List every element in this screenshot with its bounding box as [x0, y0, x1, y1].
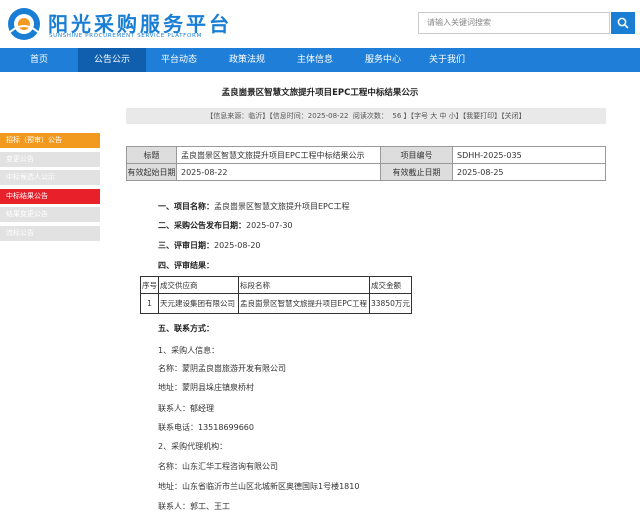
section-value: 2025-08-20 [214, 241, 261, 250]
column-header: 序号 [140, 276, 159, 294]
section-review-date: 三、评审日期：2025-08-20 [158, 240, 261, 251]
table-row: 有效起始日期 2025-08-22 有效截止日期 2025-08-25 [126, 163, 606, 181]
value-start-date: 2025-08-22 [176, 163, 381, 181]
section-contact: 五、联系方式： [158, 323, 214, 334]
table-header-row: 序号 成交供应商 标段名称 成交金额 [140, 276, 412, 294]
paragraph: 地址：蒙阴县垛庄镇泉桥村 [158, 383, 254, 392]
paragraph: 1、采购人信息： [158, 346, 220, 355]
nav-entity-info[interactable]: 主体信息 [286, 48, 344, 72]
paragraph: 联系人：郁经理 [158, 404, 214, 413]
section-label: 一、项目名称： [158, 202, 214, 211]
label-title: 标题 [126, 146, 177, 164]
section-label: 四、评审结果： [158, 261, 214, 270]
nav-policies[interactable]: 政策法规 [218, 48, 276, 72]
logo-subtitle: SUNSHINE PROCUREMENT SERVICE PLATFORM [49, 33, 202, 39]
site-header: 阳光采购服务平台 SUNSHINE PROCUREMENT SERVICE PL… [0, 0, 640, 48]
site-logo[interactable]: 阳光采购服务平台 SUNSHINE PROCUREMENT SERVICE PL… [6, 6, 229, 44]
sidebar-item-candidates[interactable]: 中标候选人公示 [0, 170, 100, 186]
paragraph: 2、采购代理机构： [158, 442, 228, 451]
label-start-date: 有效起始日期 [126, 163, 177, 181]
sidebar-item-tender[interactable]: 招标（预审）公告 [0, 133, 100, 148]
value-project-code: SDHH-2025-035 [452, 146, 606, 164]
table-cell: 33850万元 [369, 293, 412, 314]
nav-service-center[interactable]: 服务中心 [354, 48, 412, 72]
nav-platform-news[interactable]: 平台动态 [150, 48, 208, 72]
search-button[interactable] [611, 12, 635, 34]
value-title: 孟良崮景区智慧文旅提升项目EPC工程中标结果公示 [176, 146, 381, 164]
article-title: 孟良崮景区智慧文旅提升项目EPC工程中标结果公示 [221, 88, 419, 98]
search-input[interactable]: 请输入关键词搜索 [418, 12, 610, 34]
paragraph: 联系人：郭工、王工 [158, 502, 230, 511]
nav-home[interactable]: 首页 [12, 48, 66, 72]
result-table: 序号 成交供应商 标段名称 成交金额 1 天元建设集团有限公司 孟良崮景区智慧文… [140, 276, 412, 314]
section-publish-date: 二、采购公告发布日期：2025-07-30 [158, 220, 293, 231]
sidebar-item-results[interactable]: 中标结果公告 [0, 188, 100, 204]
section-label: 五、联系方式： [158, 324, 214, 333]
sidebar-item-change[interactable]: 变更公告 [0, 151, 100, 167]
table-cell: 1 [140, 293, 159, 314]
section-project-name: 一、项目名称：孟良崮景区智慧文旅提升项目EPC工程 [158, 201, 349, 212]
label-project-code: 项目编号 [380, 146, 453, 164]
search-icon [617, 17, 629, 29]
label-end-date: 有效截止日期 [380, 163, 453, 181]
table-row: 1 天元建设集团有限公司 孟良崮景区智慧文旅提升项目EPC工程 33850万元 [140, 293, 412, 314]
paragraph: 地址：山东省临沂市兰山区北城新区奥德国际1号楼1810 [158, 482, 360, 491]
nav-about-us[interactable]: 关于我们 [418, 48, 476, 72]
column-header: 标段名称 [238, 276, 370, 294]
column-header: 成交金额 [369, 276, 412, 294]
paragraph: 联系电话：13518699660 [158, 423, 254, 432]
table-cell: 孟良崮景区智慧文旅提升项目EPC工程 [238, 293, 370, 314]
sidebar: 招标（预审）公告 变更公告 中标候选人公示 中标结果公告 结果变更公告 流标公告 [0, 133, 100, 245]
sidebar-item-result-change[interactable]: 结果变更公告 [0, 207, 100, 223]
section-value: 孟良崮景区智慧文旅提升项目EPC工程 [214, 202, 350, 211]
value-end-date: 2025-08-25 [452, 163, 606, 181]
section-review-result: 四、评审结果： [158, 260, 214, 271]
main-nav: 首页 公告公示 平台动态 政策法规 主体信息 服务中心 关于我们 [0, 48, 640, 72]
sidebar-item-failed[interactable]: 流标公告 [0, 225, 100, 241]
section-label: 三、评审日期： [158, 241, 214, 250]
column-header: 成交供应商 [158, 276, 239, 294]
nav-announcements[interactable]: 公告公示 [78, 48, 146, 72]
section-value: 2025-07-30 [246, 221, 293, 230]
article-info-bar: 【信息来源：临沂】【信息时间：2025-08-22 阅读次数： 56 】【字号 … [126, 108, 606, 124]
table-row: 标题 孟良崮景区智慧文旅提升项目EPC工程中标结果公示 项目编号 SDHH-20… [126, 146, 606, 164]
section-label: 二、采购公告发布日期： [158, 221, 246, 230]
logo-icon [8, 8, 40, 40]
table-cell: 天元建设集团有限公司 [158, 293, 239, 314]
article-info-text: 【信息来源：临沂】【信息时间：2025-08-22 阅读次数： 56 】【字号 … [206, 112, 526, 120]
paragraph: 名称：山东汇华工程咨询有限公司 [158, 462, 278, 471]
project-info-table: 标题 孟良崮景区智慧文旅提升项目EPC工程中标结果公示 项目编号 SDHH-20… [126, 146, 606, 181]
paragraph: 名称：蒙阴孟良崮旅游开发有限公司 [158, 364, 286, 373]
